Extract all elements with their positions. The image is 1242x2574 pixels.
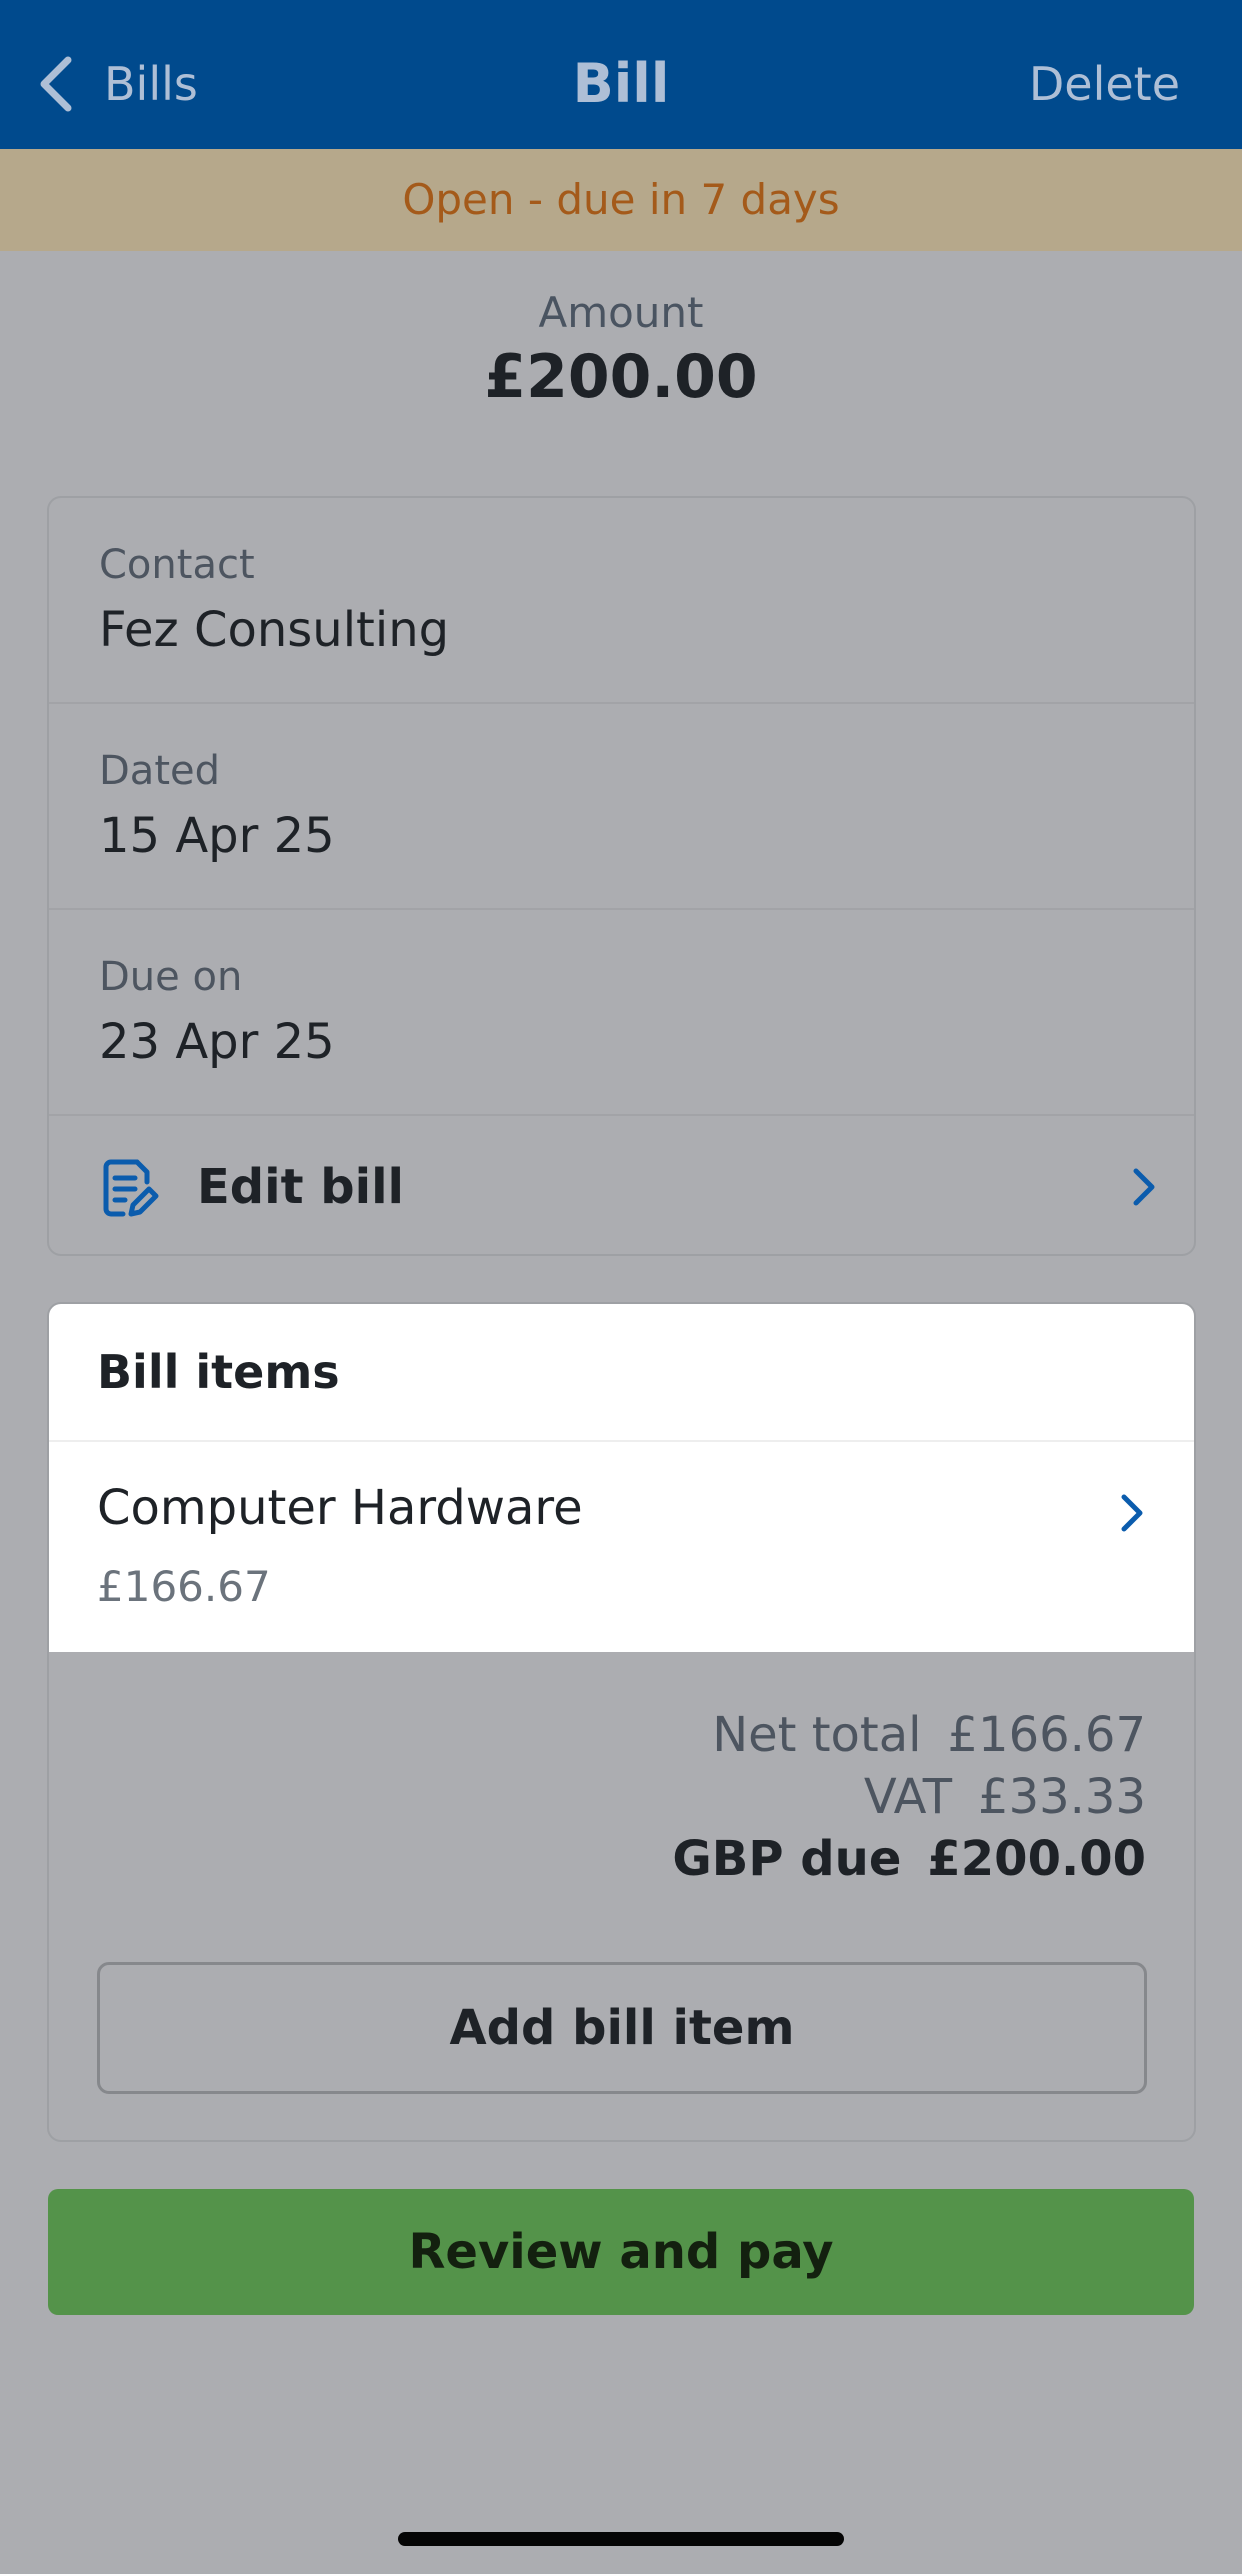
bill-item-row[interactable]: Computer Hardware £166.67 (49, 1442, 1194, 1652)
bill-screen: Bills Bill Delete Open - due in 7 days A… (0, 0, 1242, 2574)
net-total-label: Net total (712, 1707, 922, 1763)
amount-value: £200.00 (484, 342, 758, 412)
review-and-pay-button[interactable]: Review and pay (48, 2189, 1194, 2315)
gbp-due-value: £200.00 (927, 1831, 1146, 1887)
edit-bill-label: Edit bill (197, 1159, 404, 1215)
status-banner: Open - due in 7 days (0, 149, 1242, 251)
navigation-bar: Bills Bill Delete (0, 0, 1242, 149)
bill-items-header: Bill items (97, 1345, 340, 1399)
due-on-label: Due on (99, 954, 243, 1000)
chevron-right-icon (1121, 1494, 1143, 1532)
gbp-due-label: GBP due (672, 1831, 902, 1887)
delete-button[interactable]: Delete (1029, 44, 1180, 124)
due-on-value: 23 Apr 25 (99, 1014, 335, 1070)
bill-item-amount: £166.67 (97, 1562, 271, 1611)
add-bill-item-button[interactable]: Add bill item (97, 1962, 1147, 2094)
due-on-row: Due on 23 Apr 25 (49, 910, 1194, 1116)
dated-value: 15 Apr 25 (99, 808, 335, 864)
vat-label: VAT (863, 1769, 953, 1825)
dated-label: Dated (99, 748, 220, 794)
contact-value: Fez Consulting (99, 602, 450, 658)
bill-items-list: Bill items Computer Hardware £166.67 (49, 1304, 1194, 1652)
edit-bill-button[interactable]: Edit bill (49, 1118, 1194, 1254)
contact-row: Contact Fez Consulting (49, 498, 1194, 704)
document-edit-icon (103, 1159, 159, 1217)
dated-row: Dated 15 Apr 25 (49, 704, 1194, 910)
net-total-value: £166.67 (947, 1707, 1147, 1763)
gbp-due-line: GBP due £200.00 (672, 1828, 1146, 1890)
vat-line: VAT £33.33 (672, 1766, 1146, 1828)
net-total-line: Net total £166.67 (672, 1704, 1146, 1766)
contact-label: Contact (99, 542, 255, 588)
bill-details-card: Contact Fez Consulting Dated 15 Apr 25 D… (47, 496, 1196, 1256)
bill-items-card: Bill items Computer Hardware £166.67 Net… (47, 1302, 1196, 2142)
chevron-right-icon (1133, 1168, 1155, 1206)
amount-label: Amount (538, 288, 704, 337)
home-indicator[interactable] (398, 2532, 844, 2546)
bill-item-name: Computer Hardware (97, 1480, 583, 1536)
totals-summary: Net total £166.67 VAT £33.33 GBP due £200.0… (672, 1704, 1146, 1890)
vat-value: £33.33 (978, 1769, 1146, 1825)
